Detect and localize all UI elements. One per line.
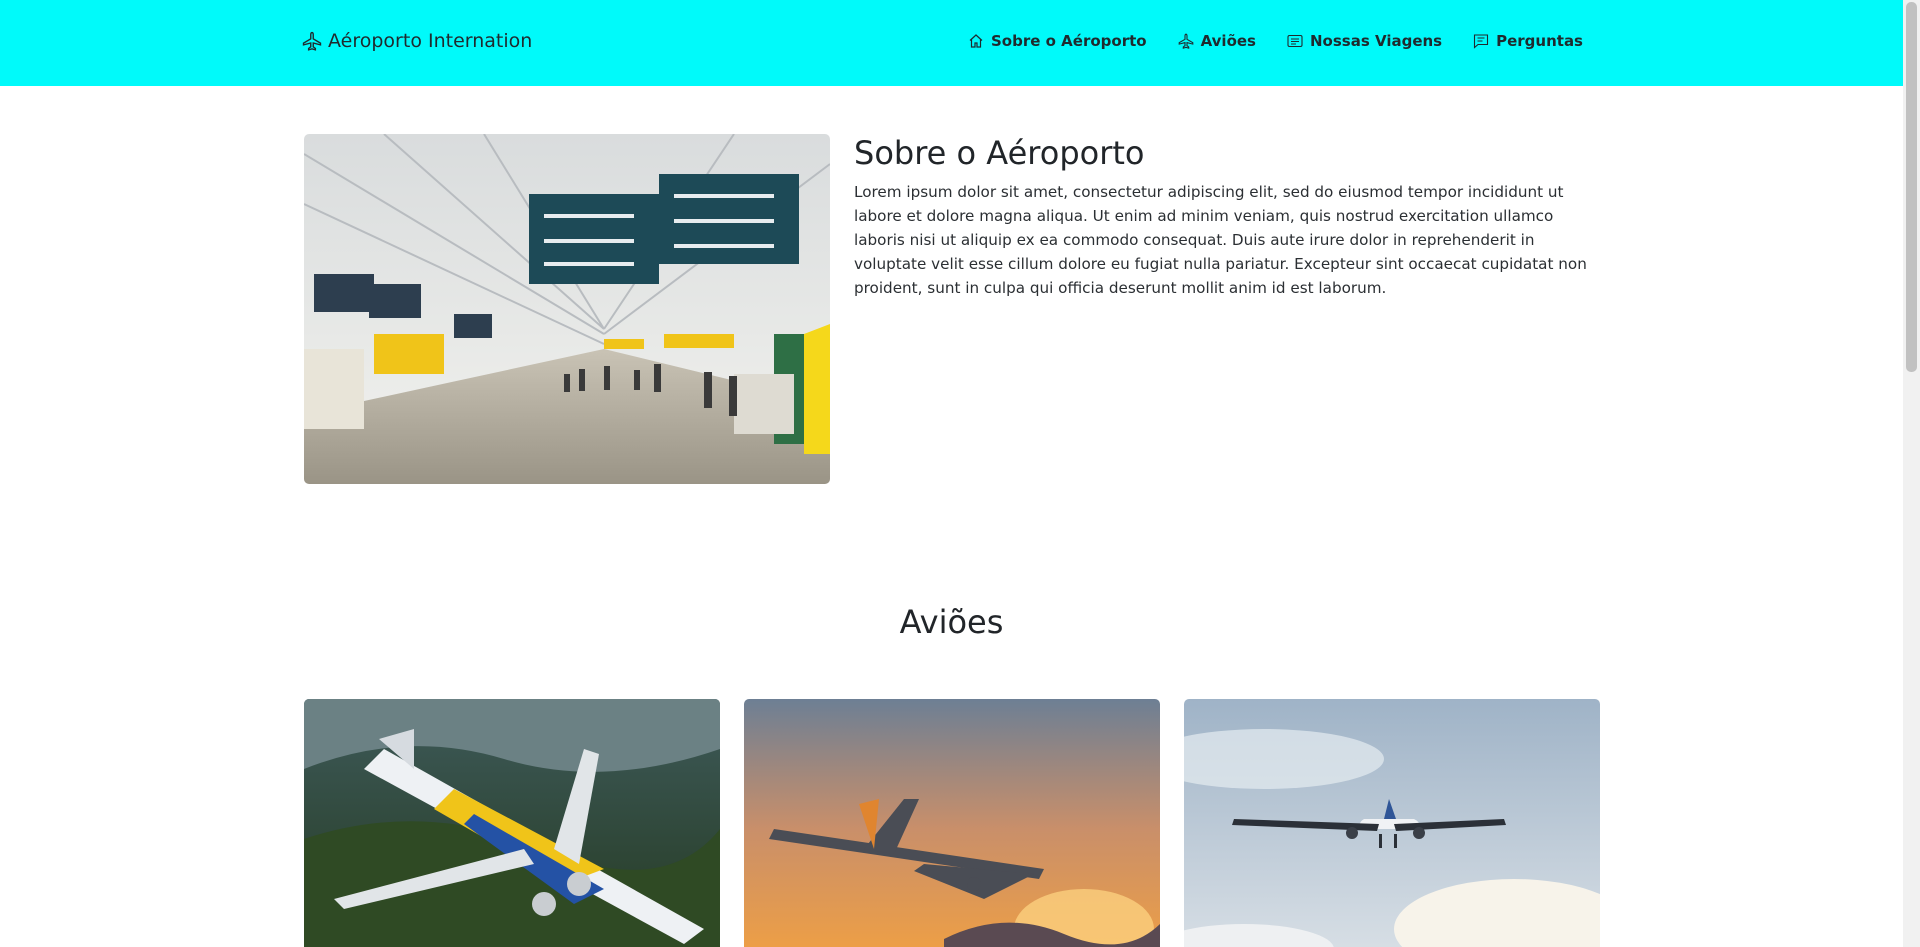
plane-card[interactable] — [304, 699, 720, 947]
about-section: Sobre o Aéroporto Lorem ipsum dolor sit … — [854, 134, 1594, 300]
navbar: Aéroporto Internation Sobre o Aéroporto … — [0, 0, 1903, 86]
plane-image — [744, 699, 1160, 947]
planes-section-title: Aviões — [899, 603, 1004, 641]
plane-image — [304, 699, 720, 947]
nav-link-avioes[interactable]: Aviões — [1178, 32, 1256, 50]
about-title: Sobre o Aéroporto — [854, 134, 1145, 172]
nav-link-label: Nossas Viagens — [1309, 32, 1443, 50]
brand-label: Aéroporto Internation — [328, 30, 533, 52]
chat-text-icon — [1474, 34, 1489, 49]
brand-link[interactable]: Aéroporto Internation — [302, 30, 532, 52]
plane-card[interactable] — [1184, 699, 1600, 947]
nav-link-viagens[interactable]: Nossas Viagens — [1287, 32, 1442, 50]
nav-link-perguntas[interactable]: Perguntas — [1473, 32, 1583, 50]
nav-link-sobre[interactable]: Sobre o Aéroporto — [968, 32, 1147, 50]
page-scrollbar[interactable] — [1903, 0, 1920, 947]
plane-image — [1184, 699, 1600, 947]
about-body: Lorem ipsum dolor sit amet, consectetur … — [854, 183, 1587, 297]
nav-link-label: Aviões — [1200, 32, 1256, 50]
airport-terminal-image — [304, 134, 830, 484]
nav-link-label: Perguntas — [1496, 32, 1583, 50]
plane-card[interactable] — [744, 699, 1160, 947]
card-text-icon — [1287, 34, 1303, 48]
airplane-icon — [302, 31, 322, 51]
scrollbar-thumb[interactable] — [1906, 2, 1917, 372]
nav-menu: Sobre o Aéroporto Aviões Nossas Viagens … — [968, 32, 1583, 50]
house-icon — [969, 34, 983, 48]
nav-link-label: Sobre o Aéroporto — [991, 32, 1147, 50]
airplane-icon — [1178, 33, 1193, 49]
